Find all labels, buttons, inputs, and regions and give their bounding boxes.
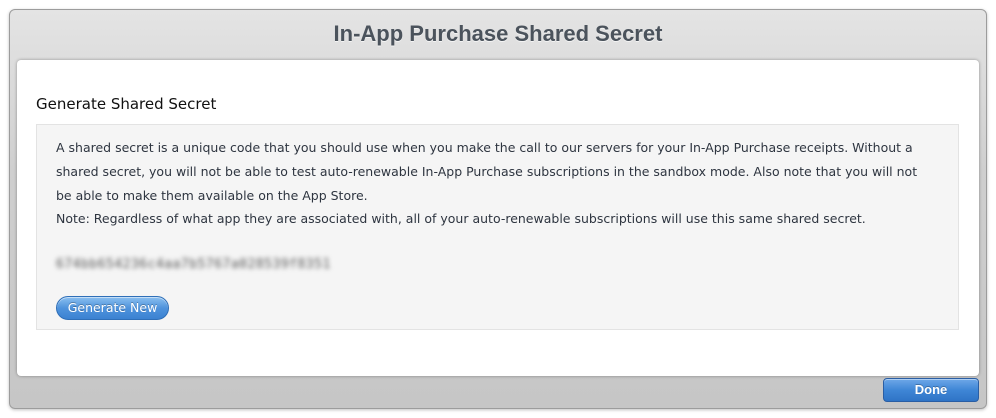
- shared-secret-dialog: In-App Purchase Shared Secret Generate S…: [9, 9, 987, 409]
- description-text: A shared secret is a unique code that yo…: [56, 140, 918, 203]
- note-text: Note: Regardless of what app they are as…: [56, 211, 866, 226]
- section-heading: Generate Shared Secret: [36, 95, 217, 113]
- dialog-title: In-App Purchase Shared Secret: [333, 21, 663, 46]
- content-panel: Generate Shared Secret A shared secret i…: [17, 60, 979, 376]
- done-button[interactable]: Done: [883, 378, 979, 402]
- shared-secret-value: 674bb654236c4aa7b5767a028539f8351: [56, 257, 331, 272]
- info-box: A shared secret is a unique code that yo…: [36, 124, 959, 330]
- generate-new-button[interactable]: Generate New: [56, 296, 169, 320]
